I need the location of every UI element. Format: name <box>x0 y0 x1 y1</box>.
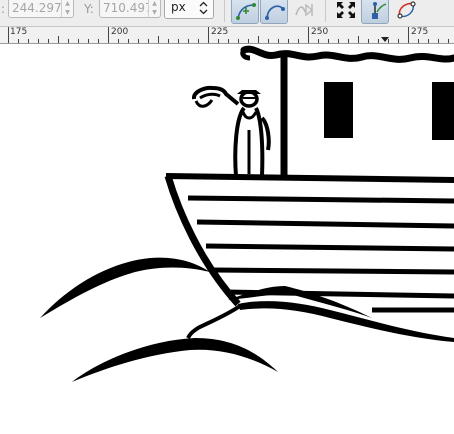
y-spin-arrows[interactable]: ▲ ▼ <box>148 0 160 17</box>
drawing-canvas[interactable] <box>0 44 454 430</box>
ruler-position-marker <box>381 37 389 42</box>
ruler-label: 225 <box>211 27 229 37</box>
toolbar-separator <box>325 0 326 22</box>
x-spinbox[interactable]: ▲ ▼ <box>8 0 74 18</box>
insert-new-nodes-icon <box>236 3 256 20</box>
x-spin-arrows[interactable]: ▲ ▼ <box>61 0 73 17</box>
x-input[interactable] <box>9 0 61 17</box>
insert-new-nodes-button[interactable] <box>231 0 259 24</box>
object-to-path-button[interactable] <box>290 0 318 24</box>
show-transform-handles-button[interactable] <box>332 0 360 24</box>
ruler-label: 175 <box>10 27 28 37</box>
node-toolbar: : ▲ ▼ Y: ▲ ▼ px <box>0 0 454 27</box>
x-label: : <box>1 2 6 16</box>
ruler-label: 200 <box>111 27 129 37</box>
toolbar-separator <box>224 0 225 22</box>
object-to-path-icon <box>295 3 314 17</box>
horizontal-ruler[interactable]: 175 200 225 250 275 <box>0 27 454 44</box>
ship-drawing <box>40 45 454 382</box>
waving-figure <box>192 85 271 177</box>
spin-up-icon[interactable]: ▲ <box>62 0 73 8</box>
spin-down-icon[interactable]: ▼ <box>149 8 160 17</box>
unit-select[interactable]: px <box>164 0 214 19</box>
spin-down-icon[interactable]: ▼ <box>62 8 73 17</box>
cabin-window-left <box>324 82 353 138</box>
y-input[interactable] <box>100 0 148 17</box>
ruler-label: 275 <box>411 27 429 37</box>
show-path-outline-icon <box>397 1 416 19</box>
spin-up-icon[interactable]: ▲ <box>149 0 160 8</box>
ruler-label: 250 <box>311 27 329 37</box>
y-spinbox[interactable]: ▲ ▼ <box>99 0 161 18</box>
show-transform-handles-icon <box>337 2 355 18</box>
y-label: Y: <box>84 2 94 16</box>
show-node-handles-button[interactable] <box>361 0 389 24</box>
cabin-roof <box>240 45 454 63</box>
waves <box>40 257 454 382</box>
unit-value: px <box>171 0 186 14</box>
make-segments-curves-button[interactable] <box>260 0 288 24</box>
show-path-outline-button[interactable] <box>392 0 420 24</box>
make-segments-curves-icon <box>265 5 285 20</box>
show-node-handles-icon <box>372 2 387 19</box>
chevron-up-down-icon <box>199 1 208 15</box>
cabin-window-right <box>432 82 454 140</box>
ship-hull <box>164 173 454 313</box>
